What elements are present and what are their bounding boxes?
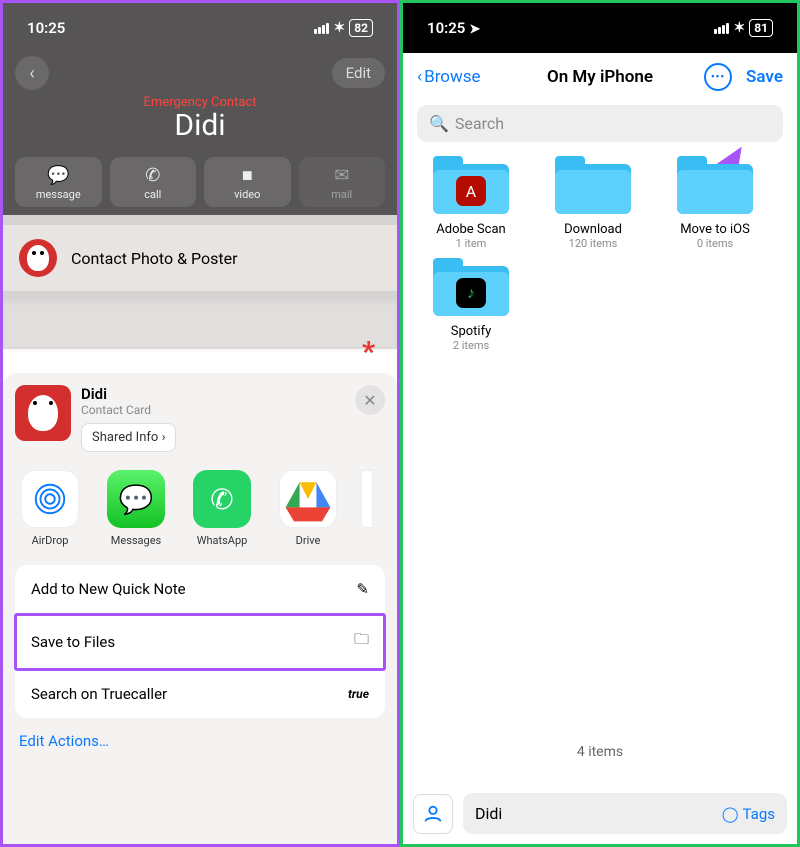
whatsapp-app[interactable]: ✆ WhatsApp [189,470,255,547]
signal-icon [714,23,729,34]
message-icon: 💬 [15,165,102,186]
files-body: ‹ Browse On My iPhone ••• Save 🔍 Search … [403,53,797,844]
status-bar: 10:25 ✶ 82 [3,3,397,53]
folders-grid: AAdobe Scan1 itemDownload120 itemsMove t… [403,156,797,352]
back-button[interactable]: ‹ [15,56,49,90]
message-button[interactable]: 💬message [15,157,102,207]
folder-icon [555,156,631,214]
close-button[interactable]: ✕ [355,385,385,415]
drive-icon [279,470,337,528]
filename-field[interactable]: Didi ◯ Tags [463,793,787,834]
share-sheet: Didi Contact Card Shared Info › ✕ AirDro… [3,373,397,844]
battery-indicator: 81 [749,19,773,37]
video-icon: ■ [204,165,291,186]
status-time: 10:25 [427,19,465,37]
signal-icon [314,23,329,34]
quick-note-icon: ✎ [356,580,369,598]
folder-download[interactable]: Download120 items [535,156,651,250]
folder-spotify[interactable]: ♪Spotify2 items [413,258,529,352]
shared-info-button[interactable]: Shared Info › [81,423,176,452]
video-button[interactable]: ■video [204,157,291,207]
files-nav: ‹ Browse On My iPhone ••• Save [403,53,797,97]
contact-photo-row[interactable]: Contact Photo & Poster [3,225,397,291]
contact-body: Contact Photo & Poster [3,215,397,349]
search-placeholder: Search [455,114,504,133]
airdrop-icon [21,470,79,528]
folder-move-to-ios[interactable]: Move to iOS0 items [657,156,773,250]
more-button[interactable]: ••• [704,63,732,91]
search-icon: 🔍 [429,114,449,133]
status-bar: 10:25 ➤ ✶ 81 [403,3,797,53]
location-icon: ➤ [469,22,480,37]
folder-icon: A [433,156,509,214]
save-button[interactable]: Save [746,67,783,87]
search-input[interactable]: 🔍 Search [417,105,783,142]
contact-name: Didi [15,108,385,143]
filename-text: Didi [475,804,502,823]
left-screenshot: 10:25 ✶ 82 ‹ Edit Emergency Contact Didi… [0,0,400,847]
drive-app[interactable]: Drive [275,470,341,547]
whatsapp-icon: ✆ [193,470,251,528]
mail-button: ✉mail [299,157,386,207]
share-actions-list: Add to New Quick Note ✎ Save to Files 🗀 … [15,565,385,718]
blurred-row [3,303,397,349]
messages-app[interactable]: 💬 Messages [103,470,169,547]
wifi-icon: ✶ [333,20,345,36]
folder-icon: ♪ [433,258,509,316]
status-right: ✶ 82 [314,19,373,37]
share-apps-row[interactable]: AirDrop 💬 Messages ✆ WhatsApp Drive [15,470,385,547]
right-screenshot: 10:25 ➤ ✶ 81 ‹ Browse On My iPhone ••• Sa… [400,0,800,847]
save-to-files-action[interactable]: Save to Files 🗀 [15,614,385,670]
share-avatar [15,385,71,441]
share-title: Didi [81,385,176,403]
edit-actions-link[interactable]: Edit Actions… [15,718,385,756]
contact-header: ‹ Edit Emergency Contact Didi 💬message ✆… [3,53,397,215]
edit-button[interactable]: Edit [332,58,385,88]
item-count: 4 items [403,744,797,760]
messages-icon: 💬 [107,470,165,528]
airdrop-app[interactable]: AirDrop [17,470,83,547]
folder-icon [677,156,753,214]
mail-icon: ✉ [299,165,386,186]
status-right: ✶ 81 [714,19,773,37]
browse-back-button[interactable]: ‹ Browse [417,67,481,87]
wifi-icon: ✶ [733,20,745,36]
phone-icon: ✆ [110,165,197,186]
contact-file-icon[interactable] [413,794,453,834]
more-apps-peek[interactable] [361,470,373,528]
truecaller-icon: true [348,687,369,701]
file-footer: Didi ◯ Tags [413,793,787,834]
status-time: 10:25 [27,19,65,37]
folder-adobe-scan[interactable]: AAdobe Scan1 item [413,156,529,250]
battery-indicator: 82 [349,19,373,37]
asterisk-annotation: * [362,335,375,368]
truecaller-action[interactable]: Search on Truecaller true [15,670,385,718]
photo-row-label: Contact Photo & Poster [71,249,238,268]
tags-button[interactable]: ◯ Tags [722,805,775,823]
call-button[interactable]: ✆call [110,157,197,207]
avatar [19,239,57,277]
quick-note-action[interactable]: Add to New Quick Note ✎ [15,565,385,614]
folder-icon: 🗀 [354,629,369,654]
share-subtitle: Contact Card [81,403,176,417]
